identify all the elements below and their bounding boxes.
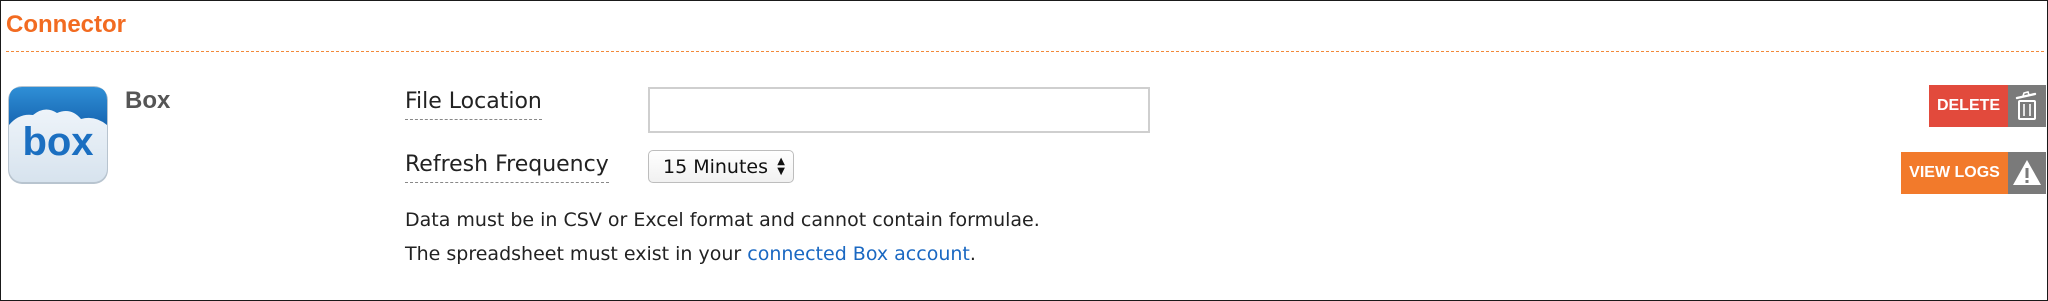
section-divider: [6, 51, 2044, 52]
account-note-suffix: .: [969, 243, 976, 265]
connected-account-link[interactable]: connected Box account: [747, 243, 970, 265]
select-arrows-icon: ▲ ▼: [777, 156, 785, 177]
account-note: The spreadsheet must exist in your conne…: [405, 243, 976, 265]
view-logs-button-label: VIEW LOGS: [1901, 152, 2008, 194]
delete-button[interactable]: DELETE: [1929, 85, 2046, 127]
warning-icon: [2008, 152, 2046, 194]
connector-name: Box: [125, 87, 171, 114]
file-location-label: File Location: [405, 89, 542, 120]
file-location-input[interactable]: [648, 87, 1150, 133]
connector-panel: Connector box Box File Location Refresh …: [0, 0, 2048, 301]
view-logs-button[interactable]: VIEW LOGS: [1901, 152, 2046, 194]
svg-text:box: box: [22, 120, 93, 164]
section-title: Connector: [6, 11, 126, 38]
box-logo-icon: box: [7, 85, 109, 185]
trash-icon: [2008, 85, 2046, 127]
refresh-frequency-value: 15 Minutes: [663, 155, 769, 178]
account-note-prefix: The spreadsheet must exist in your: [405, 243, 748, 265]
refresh-frequency-select[interactable]: 15 Minutes ▲ ▼: [648, 150, 794, 183]
delete-button-label: DELETE: [1929, 85, 2008, 127]
format-note: Data must be in CSV or Excel format and …: [405, 209, 1040, 231]
refresh-frequency-label: Refresh Frequency: [405, 152, 609, 183]
